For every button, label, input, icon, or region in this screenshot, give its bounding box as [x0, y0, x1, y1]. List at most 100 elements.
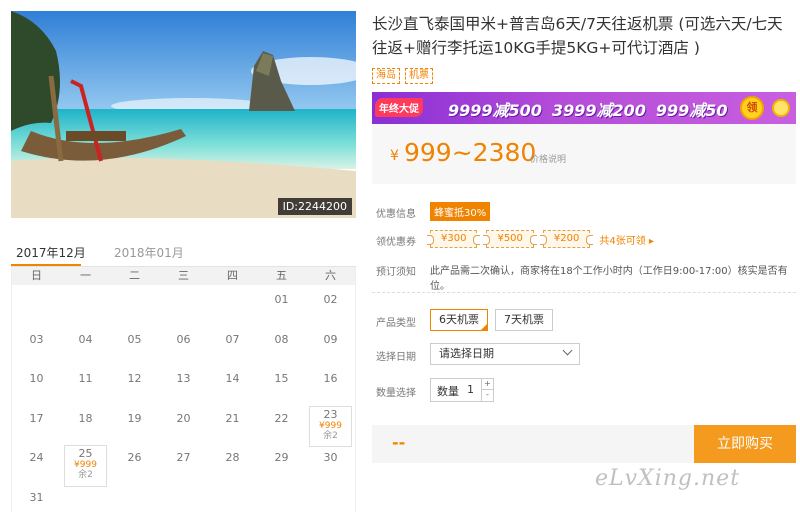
calendar-day: 22 [257, 404, 306, 444]
date-select[interactable]: 请选择日期 [430, 343, 580, 365]
beach-image [11, 11, 356, 218]
calendar-day-number: 10 [29, 372, 44, 385]
banner-label: 年终大促 [375, 98, 423, 117]
weekday-label: 日 [31, 269, 42, 282]
coupon-200[interactable]: ¥200 [539, 230, 594, 248]
calendar-day-number: 01 [274, 293, 289, 306]
calendar-day: 28 [208, 443, 257, 483]
option-7-day[interactable]: 7天机票 [495, 309, 553, 331]
coupon-500[interactable]: ¥500 [483, 230, 538, 248]
calendar-grid: 01 02 03 04 05 06 07 08 09 10 11 12 13 14 15 16 17 18 19 20… [12, 285, 355, 512]
product-title: 长沙直飞泰国甲米+普吉岛6天/7天往返机票 (可选六天/七天往返+赠行李托运10… [372, 15, 783, 57]
coupon-list: ¥300 ¥500 ¥200 共4张可领 ▸ [426, 230, 654, 248]
more-coupons-link[interactable]: 共4张可领 ▸ [599, 232, 654, 247]
calendar-weekday-header: 日一二三四五六 [12, 267, 355, 285]
weekday-label: 六 [325, 269, 336, 282]
calendar-day-number: 30 [323, 451, 338, 464]
claim-coin-icon[interactable]: 领 [740, 96, 764, 120]
calendar-day: 11 [61, 364, 110, 404]
buy-now-button[interactable]: 立即购买 [694, 425, 796, 463]
calendar-day: 07 [208, 325, 257, 365]
option-6-day[interactable]: 6天机票 [430, 309, 488, 331]
weekday-label: 三 [178, 269, 189, 282]
tab-month-2[interactable]: 2018年01月 [114, 244, 184, 261]
tag-flight: 机票 [405, 68, 433, 84]
promo-label: 优惠信息 [376, 209, 416, 220]
calendar-empty-cell [159, 285, 208, 325]
product-type-label: 产品类型 [376, 318, 416, 329]
calendar-day-number: 26 [127, 451, 142, 464]
calendar-day-number [159, 285, 208, 293]
promo-banner[interactable]: 年终大促 9999减500 3999减200 999减50 领 [372, 92, 796, 124]
calendar-day: 24 [12, 443, 61, 483]
calendar-day-number: 21 [225, 411, 240, 425]
calendar-day-number: 11 [78, 372, 93, 385]
coupon-label: 领优惠券 [376, 237, 416, 248]
calendar-day-number: 18 [78, 411, 93, 425]
calendar-day: 17 [12, 404, 61, 444]
calendar-day: 31 [12, 483, 61, 512]
quantity-decrease-button[interactable]: - [481, 390, 493, 401]
calendar-day: 30 [306, 443, 355, 483]
calendar-day: 29 [257, 443, 306, 483]
calendar-day: 21 [208, 404, 257, 444]
calendar-day-number: 24 [29, 451, 44, 464]
calendar-day-number: 13 [176, 372, 191, 385]
active-tab-indicator [11, 264, 81, 266]
weekday-label: 二 [129, 269, 140, 282]
quantity-inner-label: 数量 [437, 385, 459, 398]
calendar-day-number [110, 285, 159, 293]
price-note-link[interactable]: 价格说明 [530, 152, 566, 165]
calendar-day-number: 12 [127, 372, 142, 385]
quantity-value[interactable]: 1 [467, 383, 474, 396]
image-id-label: ID:2244200 [277, 198, 352, 215]
calendar-day: 12 [110, 364, 159, 404]
banner-offer: 9999减500 [448, 101, 542, 120]
calendar-day-number: 28 [225, 451, 240, 464]
calendar-day-number: 22 [274, 411, 289, 425]
calendar-day: 13 [159, 364, 208, 404]
tab-month-1[interactable]: 2017年12月 [16, 244, 86, 261]
calendar-day: 04 [61, 325, 110, 365]
calendar-day-number: 23 [323, 407, 338, 421]
calendar-day-number [208, 285, 257, 293]
day-remaining: 余2 [323, 430, 338, 441]
calendar-day[interactable]: 25 ¥999 余2 [61, 443, 110, 487]
calendar-day-number: 03 [29, 332, 44, 346]
calendar-day: 16 [306, 364, 355, 404]
banner-offer: 999减50 [655, 101, 728, 120]
calendar-day: 14 [208, 364, 257, 404]
calendar-day[interactable]: 23 ¥999 余2 [306, 404, 355, 447]
calendar-day-number [61, 285, 110, 293]
calendar-day: 10 [12, 364, 61, 404]
calendar-day-number: 29 [274, 451, 289, 464]
calendar-day-number: 06 [176, 332, 191, 346]
quantity-increase-button[interactable]: + [481, 379, 493, 390]
day-price: ¥999 [74, 460, 97, 470]
calendar: 日 一 二 三 四 五 六 01 02 03 04 05 06 07 08 09 10 11 12 13 14 15 16… [11, 267, 356, 512]
calendar-day-number: 17 [29, 411, 44, 425]
banner-offers: 9999减500 3999减200 999减50 [448, 97, 728, 121]
calendar-day-number: 16 [323, 372, 338, 385]
day-price: ¥999 [319, 420, 342, 431]
product-tags: 海岛 机票 [372, 68, 433, 84]
date-label: 选择日期 [376, 352, 416, 363]
coupon-300[interactable]: ¥300 [426, 230, 481, 248]
calendar-day-number: 04 [78, 332, 93, 346]
quantity-label: 数量选择 [376, 388, 416, 399]
booking-notice-text: 此产品需二次确认，商家将在18个工作小时内（工作日9:00-17:00）核实是否… [430, 266, 788, 292]
calendar-day: 09 [306, 325, 355, 365]
calendar-day: 26 [110, 443, 159, 483]
calendar-empty-cell [110, 285, 159, 325]
calendar-day-number: 09 [323, 332, 338, 346]
product-photo: ID:2244200 [11, 11, 356, 218]
calendar-empty-cell [208, 285, 257, 325]
calendar-day: 05 [110, 325, 159, 365]
calendar-day-number: 20 [176, 411, 191, 425]
calendar-day-number: 07 [225, 332, 240, 346]
calendar-day: 06 [159, 325, 208, 365]
buy-bar: -- 立即购买 [372, 425, 796, 463]
calendar-day: 15 [257, 364, 306, 404]
chevron-down-icon [562, 345, 573, 356]
calendar-day: 03 [12, 325, 61, 365]
